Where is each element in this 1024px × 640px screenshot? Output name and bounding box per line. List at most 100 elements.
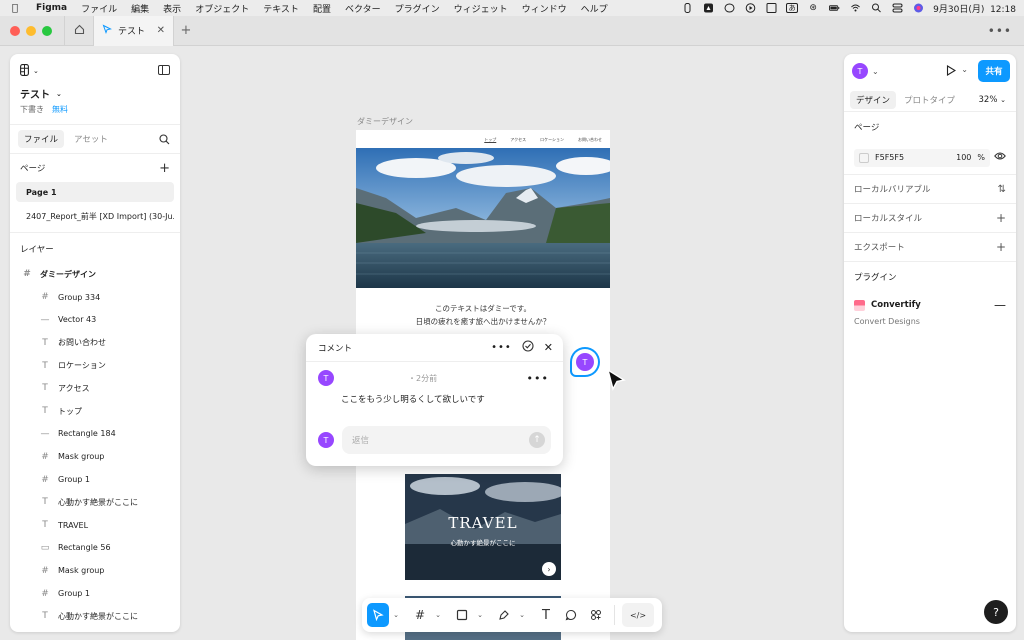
tab-assets[interactable]: アセット [68, 130, 114, 148]
local-styles-row[interactable]: ローカルスタイル + [844, 204, 1016, 233]
layer-row[interactable]: T TRAVEL [10, 514, 180, 537]
battery-icon[interactable] [828, 3, 840, 13]
text-tool-button[interactable]: T [535, 603, 557, 627]
search-spotlight-icon[interactable] [870, 3, 882, 13]
layer-row[interactable]: — Rectangle 184 [10, 423, 180, 446]
menu-view[interactable]: 表示 [163, 2, 181, 15]
menu-text[interactable]: テキスト [263, 2, 299, 15]
siri-icon[interactable] [912, 3, 924, 13]
menu-app-name[interactable]: Figma [36, 3, 67, 13]
file-tab[interactable]: テスト ✕ [94, 15, 174, 46]
minimize-window-button[interactable] [26, 25, 36, 36]
chevron-down-icon[interactable]: ⌄ [476, 611, 484, 619]
actions-tool-button[interactable] [585, 603, 607, 627]
reply-input[interactable]: 返信 ↑ [342, 426, 551, 454]
ime-icon[interactable]: あ [786, 3, 799, 13]
play-icon[interactable] [946, 65, 957, 79]
chevron-down-icon[interactable]: ⌄ [872, 67, 879, 76]
layer-row[interactable]: T 心動かす絶景がここに [10, 605, 180, 628]
page-item[interactable]: Page 1 [16, 182, 174, 202]
capture-tray-icon[interactable] [765, 3, 777, 13]
file-name-button[interactable]: テスト ⌄ [20, 86, 170, 102]
page-background-field[interactable]: F5F5F5 100 % [854, 148, 990, 167]
help-button[interactable]: ? [984, 600, 1008, 624]
line-tray-icon[interactable] [723, 3, 735, 13]
control-center-icon[interactable] [891, 3, 903, 13]
user-avatar[interactable]: T [852, 63, 868, 79]
close-icon[interactable]: ✕ [544, 341, 553, 354]
tab-prototype[interactable]: プロトタイプ [898, 91, 961, 109]
add-icon[interactable]: + [996, 211, 1006, 225]
frame-tool-button[interactable]: # [409, 603, 431, 627]
layer-row[interactable]: T瞬間に [10, 628, 180, 632]
eye-icon[interactable] [994, 151, 1006, 164]
comment-tool-button[interactable] [560, 603, 582, 627]
menu-vector[interactable]: ベクター [345, 2, 381, 15]
plugin-item[interactable]: Convertify — [844, 295, 1016, 315]
bluetooth-icon[interactable]: ⊛ [807, 3, 819, 13]
layer-row[interactable]: # Group 1 [10, 582, 180, 605]
drive-tray-icon[interactable] [702, 3, 714, 13]
menu-plugins[interactable]: プラグイン [395, 2, 440, 15]
layer-row[interactable]: T 心動かす絶景がここに [10, 491, 180, 514]
share-button[interactable]: 共有 [978, 60, 1010, 82]
page-bg-opacity[interactable]: 100 [910, 153, 971, 162]
comment-more-icon[interactable]: ••• [527, 372, 549, 385]
pen-tool-button[interactable] [493, 603, 515, 627]
page-item[interactable]: 2407_Report_前半 [XD Import] (30-Ju... [16, 206, 174, 226]
layer-row[interactable]: T トップ [10, 400, 180, 423]
menu-object[interactable]: オブジェクト [195, 2, 249, 15]
comment-pin[interactable]: T [572, 349, 598, 375]
layer-row[interactable]: # Mask group [10, 559, 180, 582]
chevron-down-icon[interactable]: ⌄ [961, 65, 968, 74]
home-tab[interactable] [64, 15, 94, 46]
apple-icon[interactable]:  [8, 3, 22, 14]
main-menu-button[interactable]: ⌄ [20, 63, 170, 78]
panel-toggle-icon[interactable] [158, 65, 170, 75]
zoom-dropdown[interactable]: 32% ⌄ [979, 95, 1006, 105]
plan-badge[interactable]: 無料 [52, 104, 68, 115]
wifi-icon[interactable] [849, 3, 861, 13]
export-row[interactable]: エクスポート + [844, 233, 1016, 262]
layer-row[interactable]: T ロケーション [10, 354, 180, 377]
layer-row[interactable]: — Vector 43 [10, 309, 180, 332]
more-icon[interactable]: ••• [988, 24, 1012, 38]
menu-help[interactable]: ヘルプ [581, 2, 608, 15]
menu-widgets[interactable]: ウィジェット [454, 2, 508, 15]
menubar-clock[interactable]: 9月30日(月) 12:18 [933, 2, 1016, 15]
tab-design[interactable]: デザイン [850, 90, 897, 109]
local-variables-row[interactable]: ローカルバリアブル ⇅ [844, 175, 1016, 204]
layer-row[interactable]: T お問い合わせ [10, 331, 180, 354]
menu-file[interactable]: ファイル [81, 2, 117, 15]
shape-tool-button[interactable] [451, 603, 473, 627]
layer-row[interactable]: T アクセス [10, 377, 180, 400]
page-bg-hex[interactable]: F5F5F5 [875, 153, 904, 162]
chevron-down-icon[interactable]: ⌄ [392, 611, 400, 619]
layer-row[interactable]: # Group 1 [10, 468, 180, 491]
move-tool-button[interactable] [367, 603, 389, 627]
figma-tray-icon[interactable] [681, 3, 693, 13]
dev-mode-toggle[interactable]: </> [622, 603, 654, 627]
play-tray-icon[interactable] [744, 3, 756, 13]
send-arrow-icon[interactable]: ↑ [529, 432, 545, 448]
more-options-icon[interactable]: ••• [491, 342, 512, 353]
menu-edit[interactable]: 編集 [131, 2, 149, 15]
layer-row[interactable]: ▭ Rectangle 56 [10, 537, 180, 560]
layer-row[interactable]: # Group 334 [10, 286, 180, 309]
search-icon[interactable] [159, 134, 170, 148]
layer-row[interactable]: # Mask group [10, 445, 180, 468]
tab-file[interactable]: ファイル [18, 130, 65, 148]
layer-row-frame[interactable]: # ダミーデザイン [10, 263, 180, 286]
color-swatch[interactable] [859, 152, 869, 163]
zoom-window-button[interactable] [42, 25, 52, 36]
new-tab-button[interactable]: + [174, 23, 198, 38]
menu-arrange[interactable]: 配置 [313, 2, 331, 15]
resolve-icon[interactable] [522, 340, 534, 355]
menu-window[interactable]: ウィンドウ [522, 2, 567, 15]
frame-label[interactable]: ダミーデザイン [357, 116, 413, 127]
chevron-down-icon[interactable]: ⌄ [518, 611, 526, 619]
remove-icon[interactable]: — [994, 298, 1006, 312]
drafts-link[interactable]: 下書き [20, 104, 44, 115]
add-page-icon[interactable]: + [159, 161, 170, 176]
add-icon[interactable]: + [996, 240, 1006, 254]
